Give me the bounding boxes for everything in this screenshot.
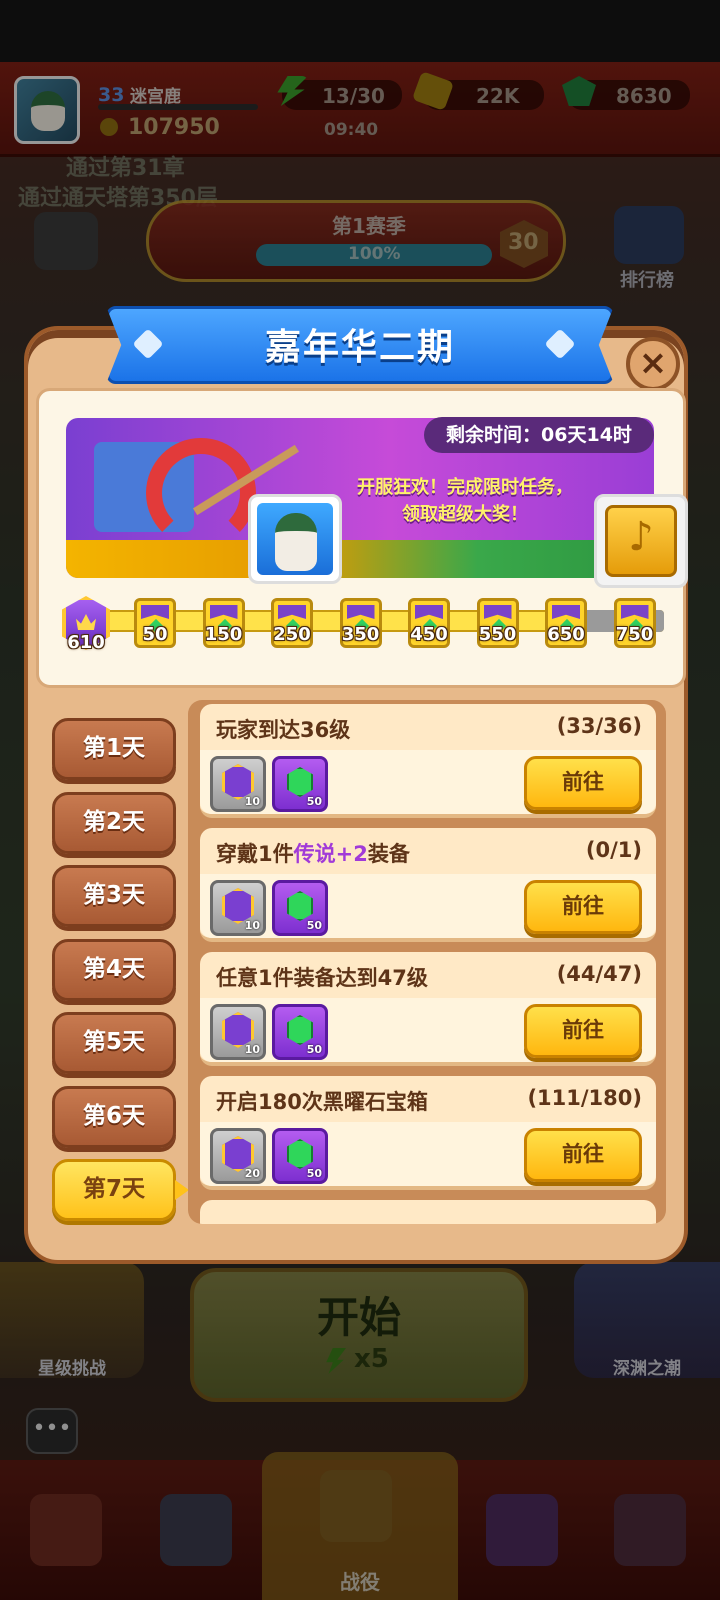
gem-reward[interactable]: 50 — [272, 756, 328, 812]
gem-reward-qty: 50 — [306, 1043, 322, 1056]
cat-hero-icon — [257, 503, 333, 575]
crown-reward[interactable]: 10 — [210, 756, 266, 812]
milestone-ribbon-icon — [620, 605, 649, 619]
task-progress: (0/1) — [585, 838, 642, 862]
go-button[interactable]: 前往 — [524, 880, 642, 934]
treasure-pile — [66, 540, 654, 578]
milestone-label: 150 — [204, 624, 243, 645]
task-progress: (111/180) — [527, 1086, 642, 1110]
promo-line-2: 领取超级大奖！ — [402, 504, 528, 525]
milestone-label: 550 — [478, 624, 517, 645]
promo-line-1: 开服狂欢！完成限时任务， — [357, 477, 573, 498]
go-button[interactable]: 前往 — [524, 1004, 642, 1058]
day-tab-3[interactable]: 第3天 — [52, 865, 176, 927]
event-promo: 开服狂欢！完成限时任务， 领取超级大奖！ — [320, 474, 610, 528]
task-title: 开启180次黑曜石宝箱 — [216, 1086, 428, 1116]
harp-reward-card[interactable]: ♪ — [594, 494, 688, 588]
day-tab-6[interactable]: 第6天 — [52, 1085, 176, 1148]
task-title: 玩家到达36级 — [216, 714, 350, 744]
gem-reward-qty: 50 — [306, 919, 322, 932]
day-tab-5[interactable]: 第5天 — [52, 1012, 176, 1074]
task-title-highlight: 传说+2 — [293, 842, 368, 866]
task-title-text: 开启180次黑曜石宝箱 — [216, 1090, 428, 1114]
gem-reward-qty: 50 — [306, 1167, 322, 1180]
crown-icon — [76, 614, 96, 630]
gem-reward-qty: 50 — [306, 795, 322, 808]
task-card-partial — [200, 1200, 656, 1224]
day-tab-7[interactable]: 第7天 — [52, 1159, 189, 1221]
task-title-suffix: 装备 — [367, 842, 410, 866]
crown-reward-qty: 10 — [244, 1043, 260, 1056]
milestone-label: 450 — [410, 624, 448, 645]
harp-icon: ♪ — [605, 505, 677, 577]
gem-reward[interactable]: 50 — [272, 1128, 328, 1184]
gem-reward-icon — [287, 1015, 313, 1045]
task-title: 任意1件装备达到47级 — [216, 962, 428, 992]
milestone-ribbon-icon — [141, 605, 169, 619]
task-title-text: 穿戴1件 — [216, 842, 294, 866]
gem-reward-icon — [287, 891, 313, 921]
milestone-label: 350 — [341, 624, 380, 645]
crown-reward-qty: 10 — [244, 919, 260, 932]
task-card: 开启180次黑曜石宝箱 (111/180) 20 50 前往 — [200, 1076, 656, 1190]
day-tab-2[interactable]: 第2天 — [52, 791, 176, 854]
task-card: 玩家到达36级 (33/36) 10 50 前往 — [200, 704, 656, 818]
gem-reward-icon — [287, 767, 313, 797]
milestone-label: 50 — [142, 624, 168, 645]
milestone-ribbon-icon — [415, 605, 443, 619]
task-card: 任意1件装备达到47级 (44/47) 10 50 前往 — [200, 952, 656, 1066]
task-progress: (44/47) — [556, 962, 642, 986]
milestone-label: 650 — [547, 624, 585, 645]
magnet-icon — [146, 438, 256, 548]
crown-reward[interactable]: 20 — [210, 1128, 266, 1184]
milestone-label: 750 — [615, 624, 654, 645]
current-points: 610 — [67, 632, 105, 653]
milestone-ribbon-icon — [483, 605, 512, 619]
gem-reward[interactable]: 50 — [272, 880, 328, 936]
go-button[interactable]: 前往 — [524, 756, 642, 810]
gem-reward[interactable]: 50 — [272, 1004, 328, 1060]
task-title-text: 任意1件装备达到47级 — [216, 966, 428, 990]
task-title: 穿戴1件传说+2装备 — [216, 838, 410, 868]
close-icon: × — [638, 343, 668, 383]
modal-title: 嘉年华二期 — [264, 327, 455, 368]
milestone-ribbon-icon — [278, 605, 306, 619]
task-card: 穿戴1件传说+2装备 (0/1) 10 50 前往 — [200, 828, 656, 942]
cat-reward-card[interactable] — [248, 494, 342, 584]
go-button[interactable]: 前往 — [524, 1128, 642, 1182]
milestone-ribbon-icon — [346, 605, 375, 619]
milestone-label: 250 — [273, 624, 311, 645]
close-button[interactable]: × — [626, 337, 680, 391]
crown-reward[interactable]: 10 — [210, 880, 266, 936]
task-title-text: 玩家到达36级 — [216, 718, 351, 742]
task-list[interactable]: 玩家到达36级 (33/36) 10 50 前往 穿戴1件传说+2装备 (0/1) 10 50 前… — [188, 700, 666, 1224]
milestone-ribbon-icon — [552, 605, 580, 619]
task-progress: (33/36) — [556, 714, 642, 738]
day-tab-4[interactable]: 第4天 — [52, 938, 176, 1001]
day-tab-1[interactable]: 第1天 — [52, 718, 176, 780]
event-timer: 剩余时间：06天14时 — [424, 417, 654, 453]
milestone-ribbon-icon — [209, 605, 238, 619]
crown-reward-qty: 10 — [244, 795, 260, 808]
gem-reward-icon — [287, 1139, 313, 1169]
crown-reward-qty: 20 — [244, 1167, 260, 1180]
crown-reward[interactable]: 10 — [210, 1004, 266, 1060]
